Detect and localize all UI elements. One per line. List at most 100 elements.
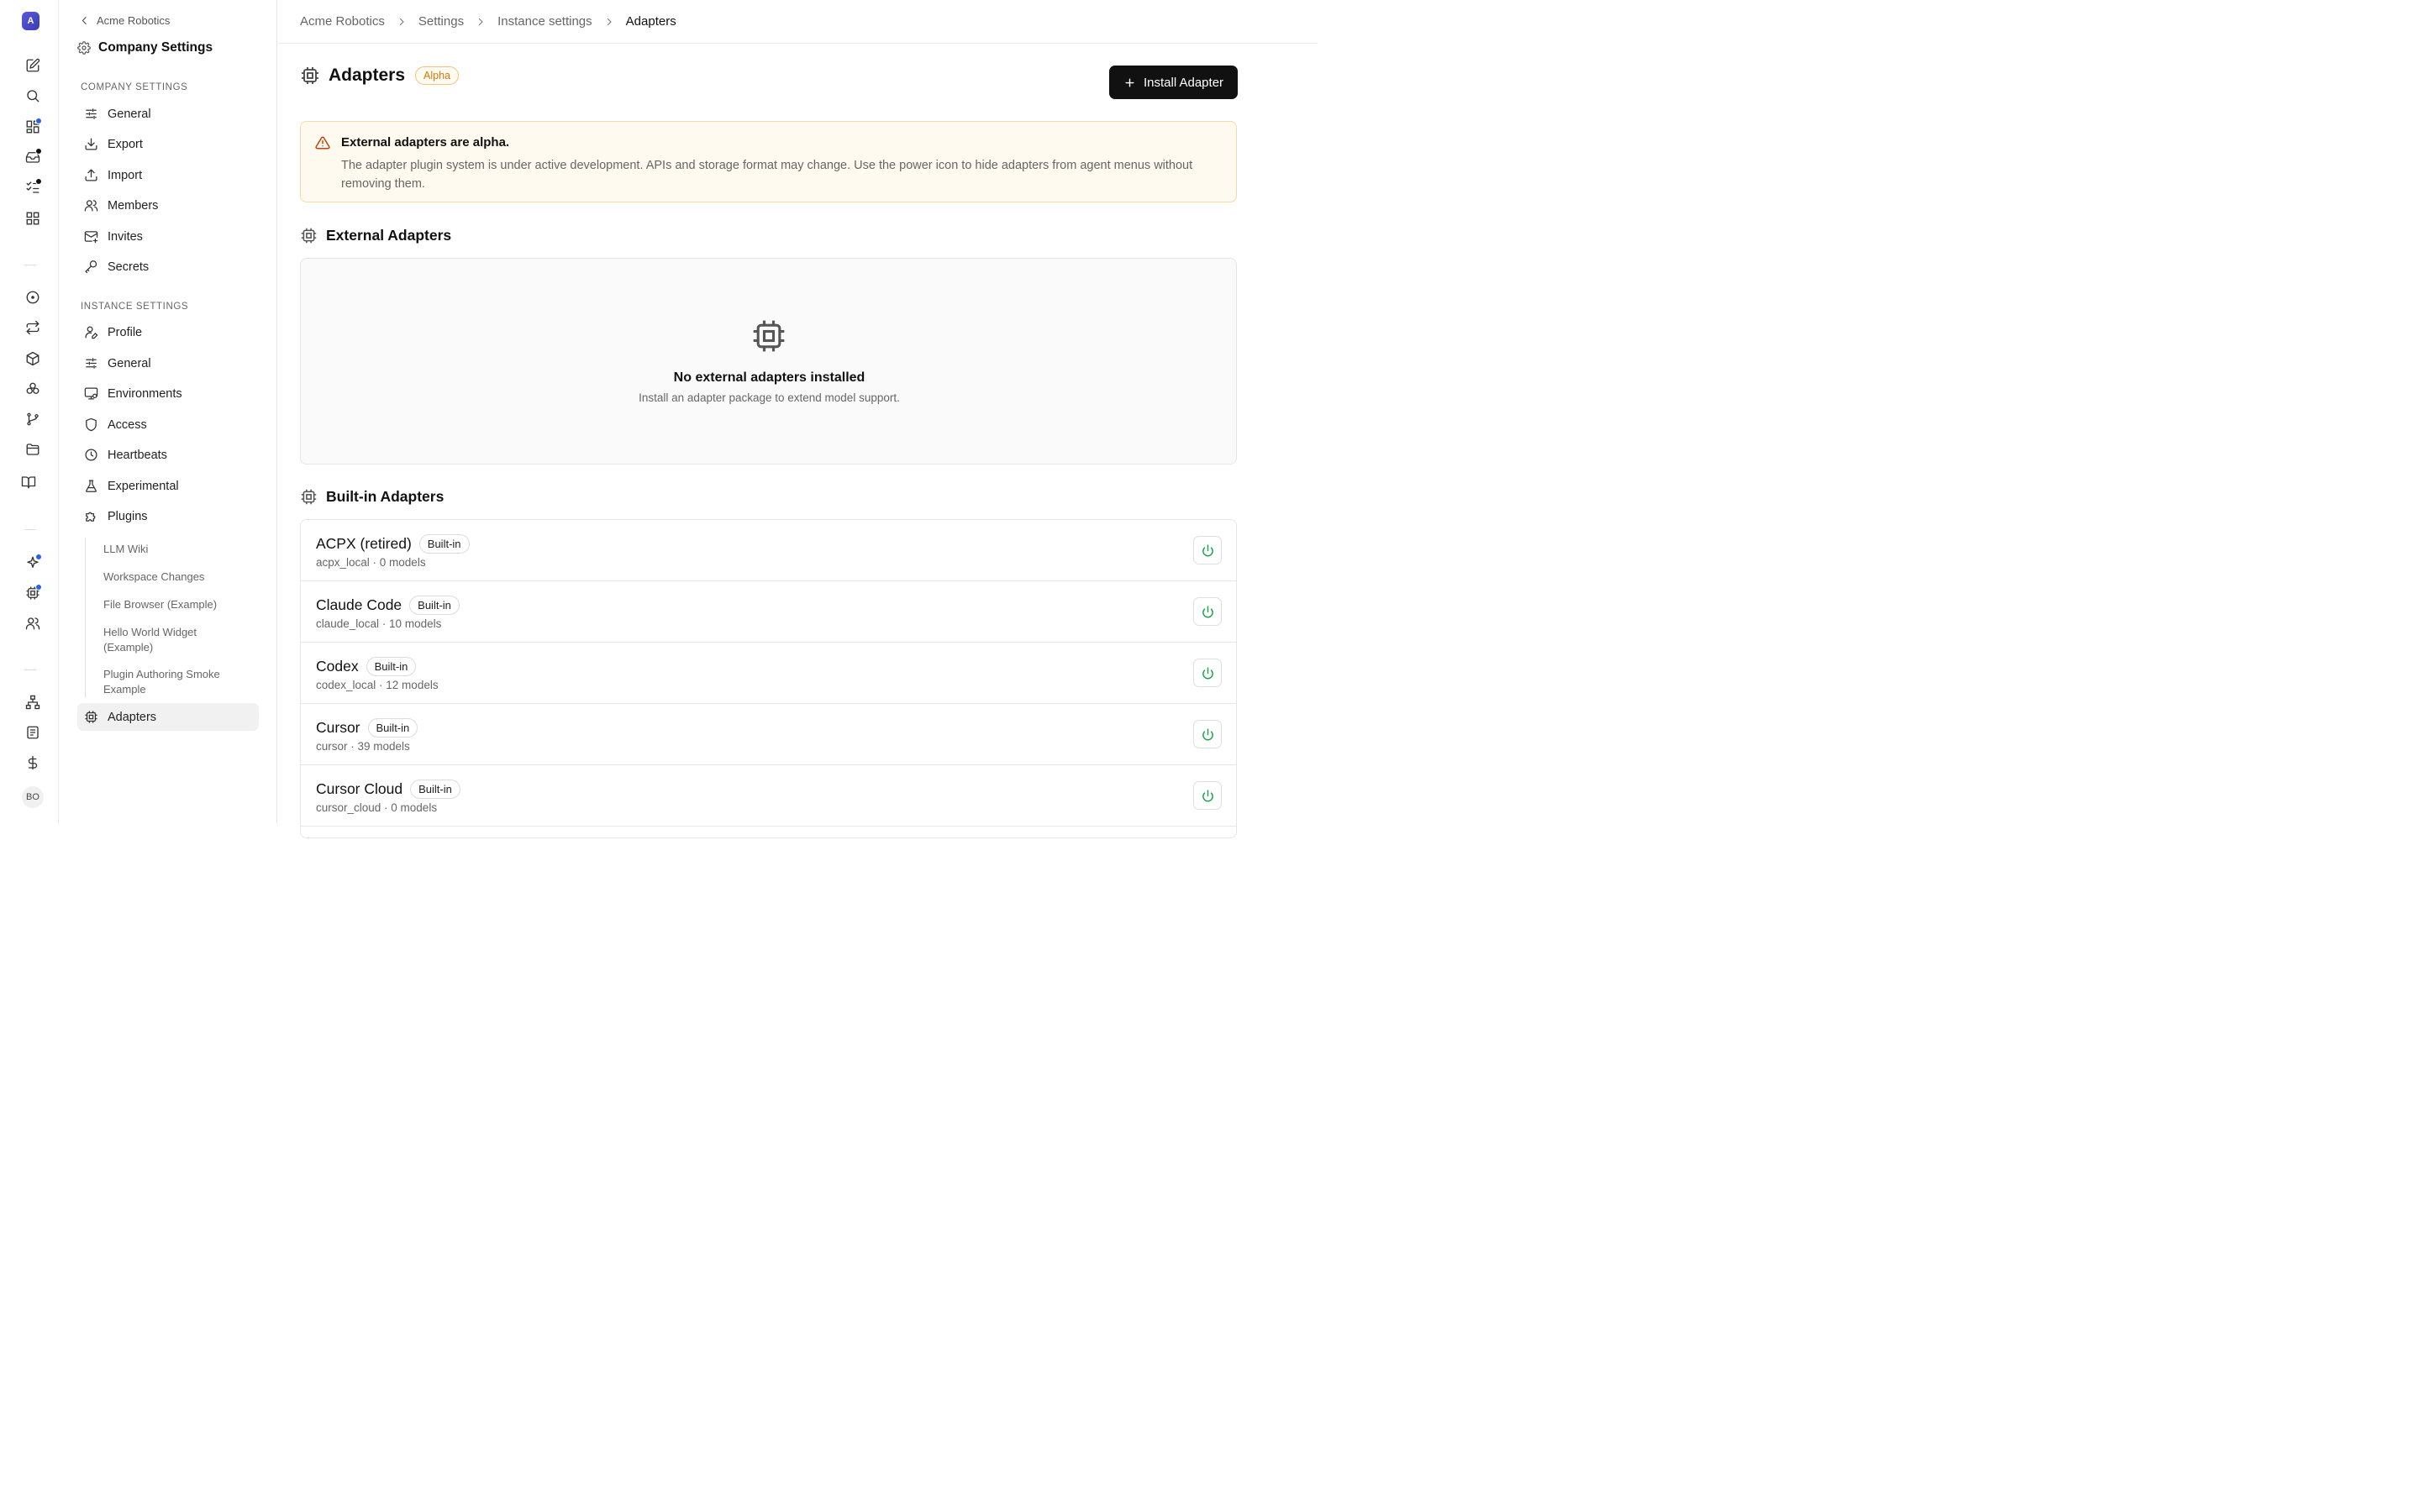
install-adapter-button[interactable]: Install Adapter [1109, 66, 1238, 99]
adapter-name: ACPX (retired) [316, 535, 412, 552]
builtin-badge: Built-in [367, 718, 418, 738]
sidebar-item-label: Profile [108, 325, 143, 339]
instance-settings-heading: INSTANCE SETTINGS [81, 302, 189, 312]
sidebar-item-label: Adapters [108, 710, 157, 724]
settings-sidebar: Acme Robotics Company Settings COMPANY S… [59, 0, 277, 823]
install-adapter-label: Install Adapter [1143, 75, 1224, 90]
apps-icon[interactable] [23, 208, 43, 228]
users-icon[interactable] [23, 613, 43, 633]
sidebar-plugin-file-browser[interactable]: File Browser (Example) [103, 597, 246, 612]
power-toggle-button[interactable] [1193, 536, 1222, 564]
users-icon [84, 198, 98, 213]
sidebar-item-plugins[interactable]: Plugins [77, 502, 259, 530]
search-icon[interactable] [23, 86, 43, 106]
builtin-badge: Built-in [418, 534, 470, 554]
power-icon [1201, 789, 1215, 803]
sidebar-item-import[interactable]: Import [77, 161, 259, 189]
sidebar-item-label: Secrets [108, 260, 150, 274]
adapter-name: Cursor Cloud [316, 780, 403, 797]
power-toggle-button[interactable] [1193, 720, 1222, 748]
chip-icon [300, 488, 318, 506]
breadcrumb-settings[interactable]: Settings [418, 14, 464, 29]
sidebar-title: Company Settings [77, 40, 213, 55]
breadcrumb: Acme Robotics Settings Instance settings… [278, 0, 1318, 44]
edit-icon[interactable] [23, 55, 43, 76]
sidebar-item-invites[interactable]: Invites [77, 223, 259, 250]
rail-divider [24, 669, 36, 670]
company-settings-heading: COMPANY SETTINGS [81, 82, 188, 92]
sidebar-item-profile[interactable]: Profile [77, 318, 259, 346]
sidebar-item-label: Environments [108, 386, 182, 401]
document-icon[interactable] [23, 722, 43, 743]
chip-icon [750, 318, 787, 354]
chip-icon[interactable] [23, 583, 43, 603]
sidebar-item-export[interactable]: Export [77, 130, 259, 158]
sidebar-item-label: Access [108, 417, 147, 432]
plus-icon [1123, 76, 1136, 89]
dashboard-icon[interactable] [23, 117, 43, 137]
notification-dot [35, 148, 42, 155]
external-adapters-empty-state: No external adapters installed Install a… [300, 258, 1237, 465]
chevron-right-icon [604, 17, 614, 27]
sidebar-item-access[interactable]: Access [77, 411, 259, 438]
book-icon[interactable] [18, 472, 39, 492]
dollar-icon[interactable] [23, 753, 43, 773]
download-icon [84, 137, 98, 151]
adapter-meta: acpx_local · 0 models [316, 556, 426, 569]
monitor-icon [84, 386, 98, 401]
notification-dot [35, 554, 42, 560]
power-icon [1201, 666, 1215, 680]
breadcrumb-company[interactable]: Acme Robotics [300, 14, 385, 29]
sidebar-item-heartbeats[interactable]: Heartbeats [77, 441, 259, 469]
sidebar-item-experimental[interactable]: Experimental [77, 472, 259, 500]
key-icon [84, 260, 98, 274]
upload-icon [84, 168, 98, 182]
tasks-icon[interactable] [23, 177, 43, 197]
page-header: Adapters Alpha [300, 66, 460, 86]
sidebar-item-secrets[interactable]: Secrets [77, 253, 259, 281]
sidebar-item-general[interactable]: General [77, 100, 259, 128]
alert-title: External adapters are alpha. [341, 135, 510, 150]
user-pen-icon [84, 325, 98, 339]
user-avatar[interactable]: BO [22, 786, 44, 808]
sidebar-item-adapters[interactable]: Adapters [77, 703, 259, 731]
sidebar-plugin-workspace-changes[interactable]: Workspace Changes [103, 570, 246, 585]
power-toggle-button[interactable] [1193, 659, 1222, 687]
sidebar-plugin-llm-wiki[interactable]: LLM Wiki [103, 542, 246, 557]
sidebar-plugin-authoring-smoke[interactable]: Plugin Authoring Smoke Example [103, 667, 246, 696]
sidebar-item-instance-general[interactable]: General [77, 349, 259, 377]
folder-icon[interactable] [23, 439, 43, 459]
adapter-row: Claude Code Built-in claude_local · 10 mo… [301, 581, 1236, 643]
package-icon[interactable] [23, 349, 43, 369]
inbox-icon[interactable] [23, 147, 43, 167]
builtin-adapters-heading: Built-in Adapters [300, 488, 444, 506]
org-chart-icon[interactable] [23, 692, 43, 712]
sidebar-item-environments[interactable]: Environments [77, 380, 259, 407]
alpha-warning-alert: External adapters are alpha. The adapter… [300, 121, 1237, 202]
branch-icon[interactable] [23, 409, 43, 429]
adapter-meta: codex_local · 12 models [316, 679, 439, 691]
target-icon[interactable] [23, 287, 43, 307]
back-link[interactable]: Acme Robotics [79, 14, 170, 27]
gear-icon [77, 41, 91, 55]
swap-icon[interactable] [23, 318, 43, 338]
empty-state-title: No external adapters installed [673, 370, 865, 385]
breadcrumb-instance-settings[interactable]: Instance settings [497, 14, 592, 29]
sidebar-plugin-hello-world[interactable]: Hello World Widget (Example) [103, 625, 246, 654]
company-logo[interactable]: A [22, 12, 39, 30]
adapter-meta: cursor_cloud · 0 models [316, 801, 438, 814]
power-toggle-button[interactable] [1193, 597, 1222, 626]
adapter-meta: claude_local · 10 models [316, 617, 442, 630]
chevron-right-icon [476, 17, 486, 27]
plugin-tree-line [85, 538, 86, 697]
chevron-left-icon [79, 15, 90, 26]
sidebar-item-members[interactable]: Members [77, 192, 259, 219]
notification-dot [35, 584, 42, 591]
main-content: Acme Robotics Settings Instance settings… [278, 0, 1318, 838]
sidebar-item-label: Members [108, 198, 159, 213]
components-icon[interactable] [23, 379, 43, 399]
power-toggle-button[interactable] [1193, 781, 1222, 810]
notification-dot [35, 118, 42, 124]
sparkle-icon[interactable] [23, 553, 43, 573]
flask-icon [84, 479, 98, 493]
